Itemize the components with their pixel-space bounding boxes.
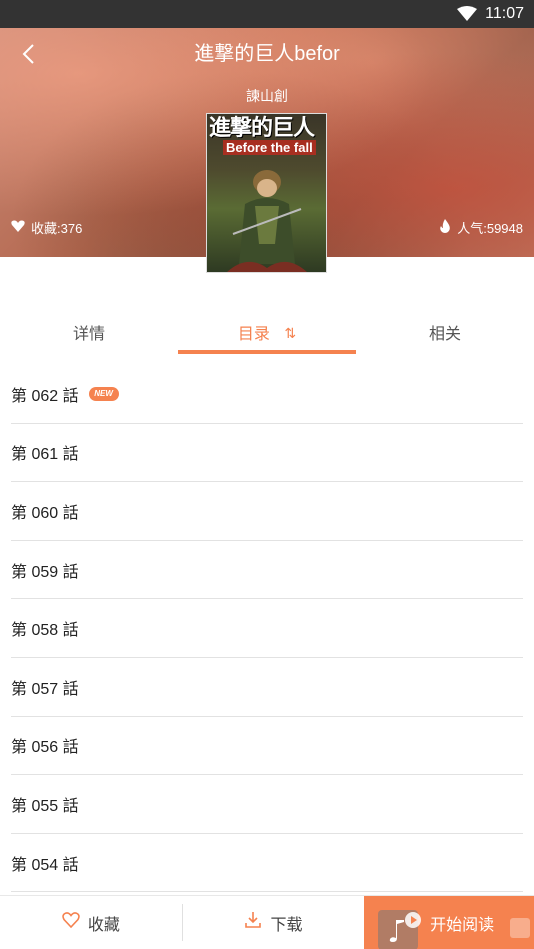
sort-icon[interactable]: ⇅ [284, 325, 296, 342]
chapter-item[interactable]: 第 058 話 [11, 599, 523, 658]
status-bar: 11:07 [0, 0, 534, 28]
heart-icon [11, 220, 25, 235]
tab-details[interactable]: 详情 [0, 310, 178, 354]
chapter-label: 第 054 話 [11, 856, 79, 874]
popularity-text: 人气:59948 [457, 221, 523, 236]
tab-details-label: 详情 [72, 326, 105, 343]
cover-image[interactable]: 進撃的巨人 Before the fall [206, 113, 327, 273]
chapter-list: 第 062 話 NEW 第 061 話 第 060 話 第 059 話 第 05… [11, 365, 523, 893]
chapter-item[interactable]: 第 054 話 [11, 834, 523, 893]
chapter-item[interactable]: 第 062 話 NEW [11, 365, 523, 424]
chapter-label: 第 062 話 [11, 387, 79, 405]
tab-related-label: 相关 [428, 326, 461, 343]
page-title: 進撃的巨人befor [194, 43, 340, 65]
chapter-label: 第 056 話 [11, 739, 79, 757]
chapter-label: 第 057 話 [11, 680, 79, 698]
start-reading-label: 开始阅读 [430, 916, 495, 934]
chapter-label: 第 055 話 [11, 797, 79, 815]
favorites-text: 收藏:376 [31, 221, 83, 236]
active-tab-indicator [178, 350, 356, 354]
chapter-item[interactable]: 第 055 話 [11, 775, 523, 834]
popularity-count: 人气:59948 [439, 218, 523, 237]
chapter-item[interactable]: 第 057 話 [11, 658, 523, 717]
bottom-action-bar: 收藏 下载 开始阅读 [0, 895, 534, 949]
favorites-count: 收藏:376 [11, 218, 82, 237]
chapter-item[interactable]: 第 059 話 [11, 541, 523, 600]
back-button[interactable] [14, 40, 42, 68]
status-time: 11:07 [485, 5, 524, 22]
play-icon [404, 911, 422, 934]
back-arrow-icon [22, 44, 34, 64]
flame-icon [439, 218, 451, 237]
download-label: 下载 [270, 916, 303, 934]
cover-title: 進撃的巨人 [209, 115, 315, 141]
download-button[interactable]: 下载 [183, 896, 365, 949]
heart-outline-icon [62, 912, 80, 933]
chapter-label: 第 061 話 [11, 446, 79, 464]
chapter-label: 第 060 話 [11, 504, 79, 522]
chapter-label: 第 058 話 [11, 622, 79, 640]
tab-related[interactable]: 相关 [356, 310, 534, 354]
chapter-label: 第 059 話 [11, 563, 79, 581]
tab-bar: 详情 目录 ⇅ 相关 [0, 310, 534, 354]
tab-contents-label: 目录 [237, 326, 270, 343]
start-reading-button[interactable]: 开始阅读 [364, 896, 534, 949]
download-icon [244, 911, 262, 934]
wifi-icon [457, 6, 478, 22]
cover-character-illustration [227, 170, 307, 272]
new-badge: NEW [88, 386, 119, 401]
favorite-button[interactable]: 收藏 [0, 896, 182, 949]
decorative-icon [510, 918, 530, 938]
favorite-label: 收藏 [87, 916, 120, 934]
chapter-item[interactable]: 第 060 話 [11, 482, 523, 541]
tab-contents[interactable]: 目录 ⇅ [178, 310, 356, 354]
chapter-item[interactable]: 第 061 話 [11, 424, 523, 483]
author-name[interactable]: 諫山創 [0, 86, 534, 106]
cover-subtitle: Before the fall [223, 140, 316, 155]
chapter-item[interactable]: 第 056 話 [11, 717, 523, 776]
